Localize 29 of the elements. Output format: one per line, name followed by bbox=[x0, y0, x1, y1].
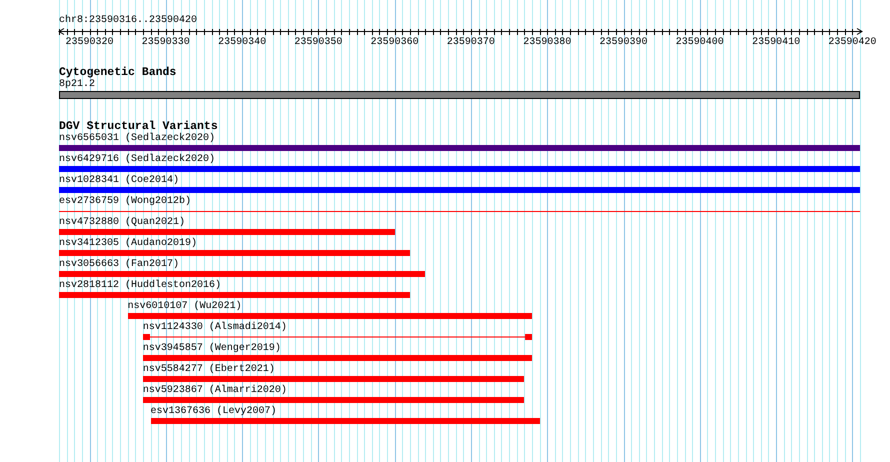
variant-label: nsv4732880 (Quan2021) bbox=[59, 217, 186, 229]
position-label: 23590410 bbox=[752, 37, 800, 48]
variant-label: nsv3056663 (Fan2017) bbox=[59, 259, 180, 271]
location-label: chr8:23590316..23590420 bbox=[59, 15, 198, 27]
track-title: DGV Structural Variants bbox=[59, 120, 218, 133]
track-title: Cytogenetic Bands bbox=[59, 66, 176, 79]
position-label: 23590340 bbox=[218, 37, 266, 48]
position-label: 23590320 bbox=[66, 37, 114, 48]
variant-label: nsv2818112 (Huddleston2016) bbox=[59, 280, 222, 292]
variant-label: nsv3945857 (Wenger2019) bbox=[142, 343, 281, 355]
variant-label: nsv6565031 (Sedlazeck2020) bbox=[59, 133, 216, 145]
variant-label: nsv6010107 (Wu2021) bbox=[128, 301, 242, 313]
variant-label: nsv6429716 (Sedlazeck2020) bbox=[59, 154, 216, 166]
variant-label: nsv5584277 (Ebert2021) bbox=[142, 364, 275, 376]
position-label: 23590350 bbox=[294, 37, 342, 48]
position-label: 23590370 bbox=[446, 37, 495, 48]
position-label: 23590420 bbox=[828, 37, 876, 48]
variant-label: nsv1028341 (Coe2014) bbox=[59, 175, 180, 187]
band-label: 8p21.2 bbox=[59, 79, 96, 91]
variant-label: esv1367636 (Levy2007) bbox=[150, 406, 277, 418]
position-label: 23590390 bbox=[600, 37, 648, 48]
variant-label: nsv3412305 (Audano2019) bbox=[59, 238, 198, 250]
variant-label: nsv5923867 (Almarri2020) bbox=[142, 385, 287, 397]
position-label: 23590380 bbox=[523, 37, 572, 48]
position-label: 23590330 bbox=[142, 37, 190, 48]
variant-label: esv2736759 (Wong2012b) bbox=[59, 196, 192, 208]
position-label: 23590360 bbox=[370, 37, 419, 48]
position-label: 23590400 bbox=[676, 37, 724, 48]
variant-label: nsv1124330 (Alsmadi2014) bbox=[142, 322, 287, 334]
